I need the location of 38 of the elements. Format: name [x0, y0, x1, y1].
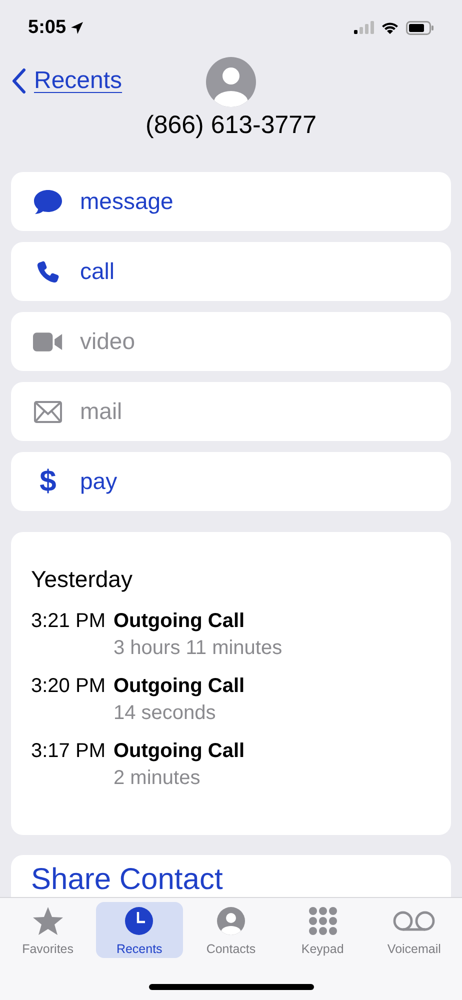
share-contact-link[interactable]: Share Contact — [31, 863, 223, 897]
dollar-icon: $ — [40, 466, 56, 496]
call-time: 3:21 PM — [31, 609, 106, 634]
voicemail-icon — [392, 910, 436, 932]
signal-icon — [354, 21, 374, 34]
call-type: Outgoing Call — [113, 674, 246, 699]
action-button[interactable]: call — [11, 242, 451, 301]
call-time: 3:17 PM — [31, 739, 106, 764]
keypad-icon — [308, 906, 338, 936]
date-heading: Yesterday — [31, 566, 134, 593]
phone-icon — [36, 260, 60, 284]
wifi-icon — [381, 20, 399, 34]
call-type: Outgoing Call — [113, 739, 246, 764]
action-button[interactable]: $ pay — [11, 452, 451, 511]
tab[interactable]: Recents — [96, 902, 183, 958]
call-type: Outgoing Call — [113, 609, 246, 634]
back-link[interactable]: Recents — [12, 67, 122, 95]
tab[interactable]: Voicemail — [370, 902, 458, 958]
phone-number: (866) 613-3777 — [144, 111, 318, 140]
call-duration: 2 minutes — [113, 766, 202, 791]
tab[interactable]: Contacts — [187, 902, 274, 958]
person-icon — [216, 906, 246, 936]
tab[interactable]: Favorites — [4, 902, 92, 958]
action-button[interactable]: message — [11, 172, 451, 231]
tab[interactable]: Keypad — [279, 902, 366, 958]
call-duration: 3 hours 11 minutes — [113, 636, 284, 661]
avatar-icon — [206, 57, 256, 107]
location-arrow-icon — [70, 20, 84, 34]
call-time: 3:20 PM — [31, 674, 106, 699]
status-time: 5:05 — [28, 16, 66, 38]
speech-bubble-icon — [33, 188, 63, 214]
clock-icon — [124, 906, 154, 936]
video-camera-icon — [33, 330, 63, 352]
call-duration: 14 seconds — [113, 701, 217, 726]
envelope-icon — [34, 400, 62, 422]
back-chevron-icon — [12, 68, 26, 94]
battery-icon — [406, 20, 434, 34]
star-icon — [32, 906, 64, 936]
